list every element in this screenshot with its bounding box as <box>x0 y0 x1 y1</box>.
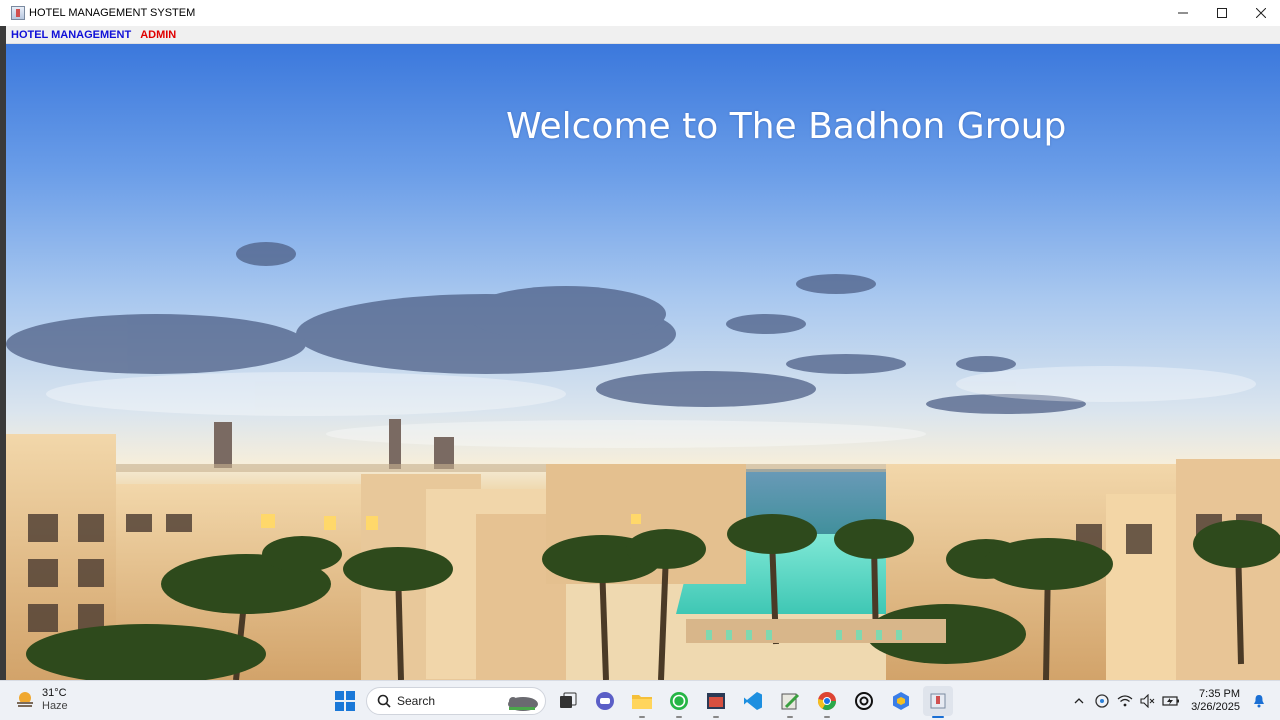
notifications-button[interactable] <box>1248 690 1270 712</box>
clock-date: 3/26/2025 <box>1191 700 1240 713</box>
weather-condition: Haze <box>42 700 68 712</box>
clock-time: 7:35 PM <box>1199 687 1240 700</box>
chrome-icon <box>817 692 836 711</box>
java-app-icon <box>930 693 946 709</box>
chatgpt-button[interactable] <box>849 686 879 716</box>
minimize-icon <box>1177 12 1188 14</box>
editor-button[interactable] <box>775 686 805 718</box>
vscode-button[interactable] <box>738 686 768 716</box>
whatsapp-button[interactable] <box>664 686 694 718</box>
wifi-button[interactable] <box>1114 690 1136 712</box>
battery-charging-icon <box>1162 695 1180 706</box>
window-controls <box>1163 0 1280 26</box>
haze-icon <box>17 692 33 707</box>
menu-bar: HOTEL MANAGEMENT ADMIN <box>0 26 1280 44</box>
app-window: HOTEL MANAGEMENT SYSTEM HOTEL MANAGEMENT… <box>0 0 1280 680</box>
close-icon <box>1255 8 1266 18</box>
java-app-button[interactable] <box>923 686 953 718</box>
background-image: Welcome to The Badhon Group <box>6 44 1280 680</box>
battery-button[interactable] <box>1160 690 1182 712</box>
teams-chat-icon <box>596 692 614 710</box>
maximize-button[interactable] <box>1202 0 1241 26</box>
maximize-icon <box>1216 8 1227 18</box>
minimize-button[interactable] <box>1163 0 1202 26</box>
start-button[interactable] <box>330 686 360 716</box>
file-explorer-icon <box>632 695 652 709</box>
system-tray: 7:35 PM 3/26/2025 <box>1068 681 1280 720</box>
chatgpt-icon <box>855 692 873 710</box>
chevron-up-icon <box>1074 697 1084 703</box>
app-cube-button[interactable] <box>886 686 916 716</box>
title-bar[interactable]: HOTEL MANAGEMENT SYSTEM <box>0 0 1280 26</box>
close-button[interactable] <box>1241 0 1280 26</box>
search-icon <box>377 694 391 708</box>
cloud-sync-icon <box>1095 693 1109 708</box>
file-explorer-button[interactable] <box>627 686 657 718</box>
app-window-icon <box>707 693 725 709</box>
onedrive-button[interactable] <box>1091 690 1113 712</box>
task-view-button[interactable] <box>553 686 583 716</box>
teams-chat-button[interactable] <box>590 686 620 716</box>
bell-icon <box>1254 694 1264 707</box>
chrome-button[interactable] <box>812 686 842 718</box>
weather-widget[interactable]: 31°C Haze <box>14 687 68 713</box>
windows-start-icon <box>335 691 355 711</box>
vscode-icon <box>744 692 762 710</box>
clock[interactable]: 7:35 PM 3/26/2025 <box>1191 688 1240 714</box>
editor-icon <box>781 693 800 710</box>
java-app-icon <box>11 6 25 20</box>
app-window-button[interactable] <box>701 686 731 718</box>
search-label: Search <box>397 694 436 708</box>
menu-admin[interactable]: ADMIN <box>140 29 176 41</box>
whatsapp-icon <box>670 692 688 710</box>
search-highlight-icon <box>508 697 538 711</box>
volume-muted-icon <box>1140 693 1155 708</box>
weather-temperature: 31°C <box>42 687 67 699</box>
task-view-icon <box>560 692 577 708</box>
wifi-icon <box>1117 694 1133 706</box>
taskbar-search[interactable]: Search <box>366 687 546 715</box>
welcome-heading: Welcome to The Badhon Group <box>506 106 1067 147</box>
taskbar: 31°C Haze Search 7:35 PM 3/26/2025 <box>0 680 1280 720</box>
window-title: HOTEL MANAGEMENT SYSTEM <box>29 7 196 19</box>
taskbar-apps: Search <box>330 685 953 718</box>
app-cube-icon <box>893 692 909 710</box>
menu-hotel-management[interactable]: HOTEL MANAGEMENT <box>11 29 131 41</box>
volume-button[interactable] <box>1137 690 1159 712</box>
show-hidden-icons-button[interactable] <box>1068 690 1090 712</box>
